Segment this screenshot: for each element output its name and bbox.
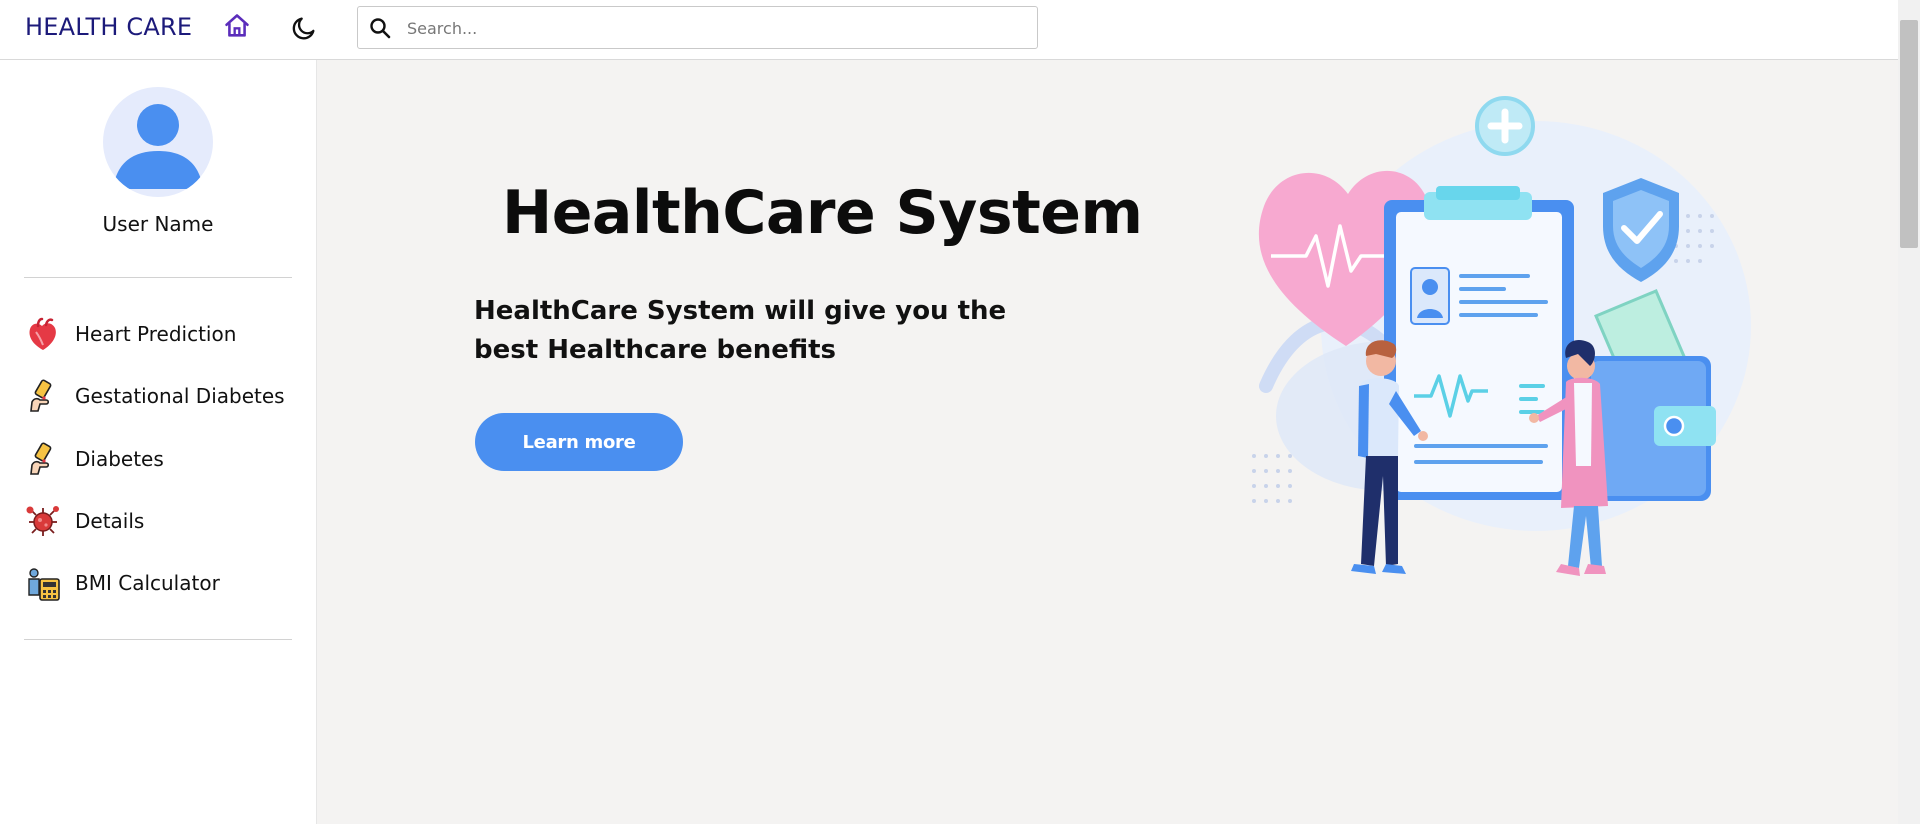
search-box [357,6,1038,50]
user-name: User Name [102,212,214,236]
hero-subtitle: HealthCare System will give you the best… [474,296,1007,365]
sidebar-item-label: Gestational Diabetes [75,384,285,408]
moon-icon[interactable] [290,14,318,42]
divider [24,639,292,640]
user-avatar-icon [113,104,203,189]
search-icon[interactable] [368,16,392,40]
sidebar-item-details[interactable]: Details [24,497,314,543]
sidebar-item-label: Heart Prediction [75,322,237,346]
sidebar-item-label: Details [75,509,145,533]
sidebar-item-diabetes[interactable]: Diabetes [24,435,314,481]
healthcare-illustration [1252,96,1751,576]
sidebar-item-gestational-diabetes[interactable]: Gestational Diabetes [24,372,314,418]
sidebar-item-label: Diabetes [75,447,164,471]
glucose-test-icon [30,442,52,475]
sidebar-item-heart-prediction[interactable]: Heart Prediction [24,310,314,356]
learn-more-button[interactable]: Learn more [475,413,683,471]
sidebar-item-label: BMI Calculator [75,571,220,595]
home-icon[interactable] [223,12,251,40]
glucose-test-icon [30,379,52,412]
divider [24,277,292,278]
search-input[interactable] [405,7,1029,50]
heart-organ-icon [29,317,56,350]
brand-logo[interactable]: HEALTH CARE [25,13,192,41]
bmi-scale-icon [28,568,60,601]
scrollbar-thumb[interactable] [1900,20,1918,248]
virus-icon [26,506,59,536]
avatar [103,87,213,197]
page-title: HealthCare System [502,178,1143,248]
sidebar: User Name Heart Prediction Gestational D… [0,60,317,824]
top-bar: HEALTH CARE [0,0,1898,60]
sidebar-item-bmi-calculator[interactable]: BMI Calculator [24,559,314,605]
